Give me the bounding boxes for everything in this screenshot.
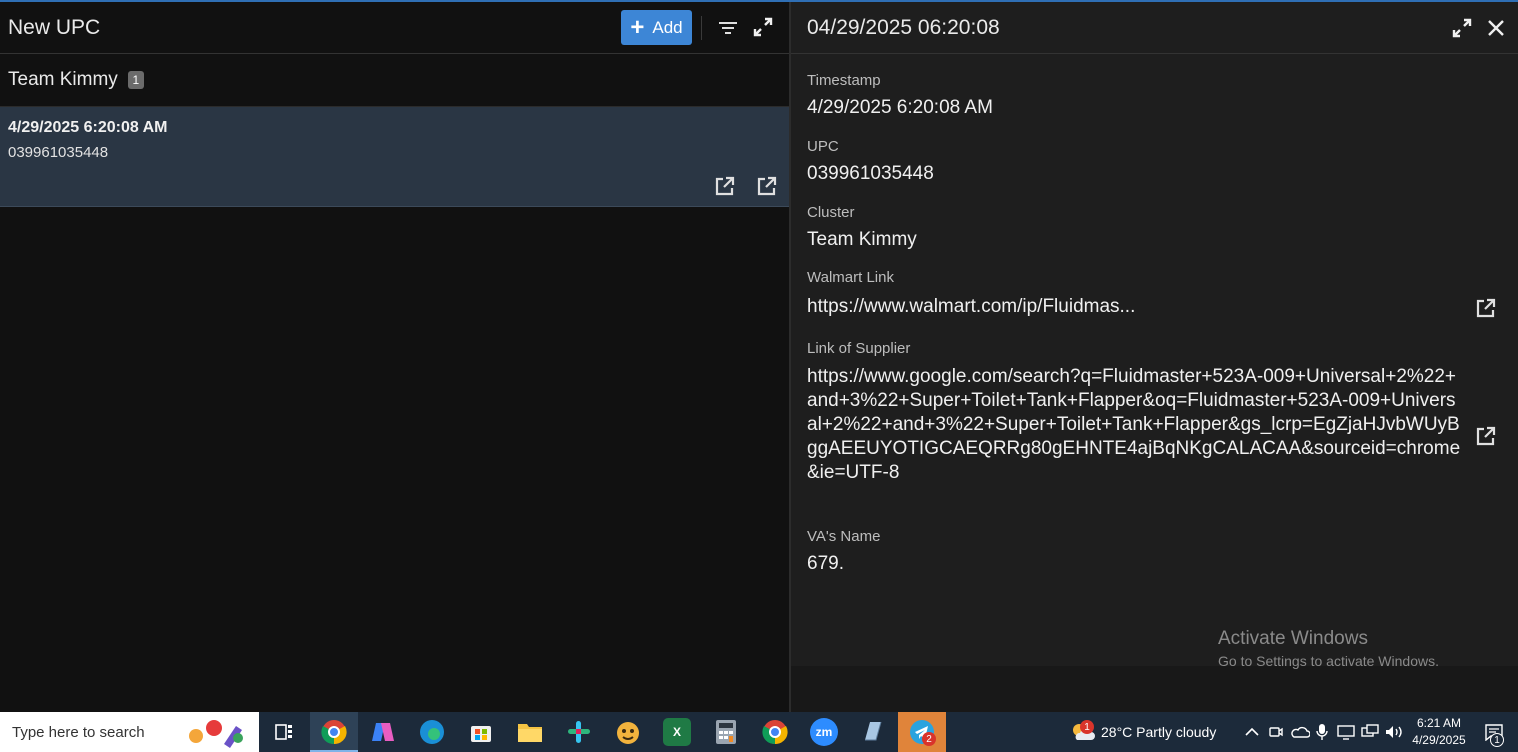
- watermark-subtitle: Go to Settings to activate Windows.: [1218, 653, 1439, 669]
- group-name: Team Kimmy: [8, 69, 118, 90]
- detail-header: 04/29/2025 06:20:08: [791, 2, 1518, 54]
- emoji-app-icon[interactable]: [614, 718, 642, 746]
- add-button-label: Add: [652, 17, 683, 37]
- field-label: Link of Supplier: [807, 340, 911, 357]
- weather-alert-badge: 1: [1080, 720, 1094, 734]
- search-highlight-icon: [189, 720, 243, 748]
- detail-title: 04/29/2025 06:20:08: [807, 15, 1000, 39]
- group-count-badge: 1: [127, 71, 144, 89]
- cluster-field: Cluster Team Kimmy: [807, 204, 917, 251]
- watermark-title: Activate Windows: [1218, 628, 1368, 649]
- va-name-field: VA's Name 679.: [807, 528, 880, 575]
- notes-app-icon[interactable]: [859, 718, 887, 746]
- notification-count-badge: 1: [1490, 733, 1504, 747]
- expand-icon[interactable]: [1449, 15, 1475, 41]
- field-label: Cluster: [807, 204, 855, 221]
- activate-windows-watermark: Activate Windows Go to Settings to activ…: [1218, 628, 1439, 669]
- timestamp-field: Timestamp 4/29/2025 6:20:08 AM: [807, 72, 993, 119]
- clock-date: 4/29/2025: [1412, 733, 1466, 747]
- upc-list-panel: New UPC + Add Team Kimmy 1 4/29/2025 6:2…: [0, 2, 789, 712]
- plus-icon: +: [630, 13, 645, 41]
- field-value: 039961035448: [807, 163, 934, 184]
- edge-icon[interactable]: [418, 718, 446, 746]
- telegram-unread-badge: 2: [922, 732, 936, 746]
- detail-panel: 04/29/2025 06:20:08 Timestamp 4/29/2025 …: [791, 2, 1518, 666]
- record-timestamp: 4/29/2025 6:20:08 AM: [8, 119, 168, 136]
- field-label: Timestamp: [807, 72, 881, 89]
- excel-icon[interactable]: X: [663, 718, 691, 746]
- windows-taskbar: Type here to search X zm 2 1 28°C Partly…: [0, 712, 1518, 752]
- external-link-icon[interactable]: [756, 175, 778, 197]
- file-explorer-icon[interactable]: [516, 718, 544, 746]
- detail-footer: [791, 666, 1518, 712]
- field-label: UPC: [807, 138, 839, 155]
- chrome-icon[interactable]: [320, 718, 348, 746]
- search-placeholder: Type here to search: [12, 723, 145, 741]
- external-link-icon[interactable]: [714, 175, 736, 197]
- field-label: Walmart Link: [807, 269, 894, 286]
- supplier-link[interactable]: https://www.google.com/search?q=Fluidmas…: [807, 365, 1463, 485]
- field-label: VA's Name: [807, 528, 881, 545]
- clock-time: 6:21 AM: [1416, 716, 1462, 730]
- copilot-icon[interactable]: [369, 718, 397, 746]
- upc-field: UPC 039961035448: [807, 138, 934, 185]
- task-view-icon[interactable]: [270, 718, 298, 746]
- zoom-icon-label: zm: [815, 725, 833, 739]
- weather-text[interactable]: 28°C Partly cloudy: [1101, 724, 1216, 740]
- field-value: 679.: [807, 553, 844, 574]
- taskbar-search[interactable]: Type here to search: [0, 712, 259, 752]
- add-button[interactable]: + Add: [621, 10, 692, 45]
- list-header: New UPC + Add: [0, 2, 789, 54]
- list-item[interactable]: 4/29/2025 6:20:08 AM 039961035448: [0, 107, 789, 207]
- zoom-icon[interactable]: zm: [810, 718, 838, 746]
- header-separator: [701, 16, 702, 40]
- external-link-icon[interactable]: [1475, 425, 1497, 447]
- field-value: Team Kimmy: [807, 229, 917, 250]
- slack-icon[interactable]: [565, 718, 593, 746]
- external-link-icon[interactable]: [1475, 297, 1497, 319]
- record-upc: 039961035448: [8, 144, 109, 161]
- chrome-profile-icon[interactable]: [761, 718, 789, 746]
- walmart-link[interactable]: https://www.walmart.com/ip/Fluidmas...: [807, 296, 1135, 318]
- expand-icon[interactable]: [750, 14, 776, 40]
- group-header[interactable]: Team Kimmy 1: [0, 54, 789, 107]
- close-icon[interactable]: [1483, 15, 1509, 41]
- taskbar-clock[interactable]: 6:21 AM 4/29/2025: [1404, 715, 1474, 749]
- calculator-icon[interactable]: [712, 718, 740, 746]
- supplier-link-field: Link of Supplier https://www.google.com/…: [807, 340, 1463, 485]
- walmart-link-field: Walmart Link https://www.walmart.com/ip/…: [807, 269, 1135, 318]
- page-title: New UPC: [8, 15, 101, 39]
- store-icon[interactable]: [467, 718, 495, 746]
- filter-icon[interactable]: [715, 15, 741, 41]
- field-value: 4/29/2025 6:20:08 AM: [807, 97, 993, 118]
